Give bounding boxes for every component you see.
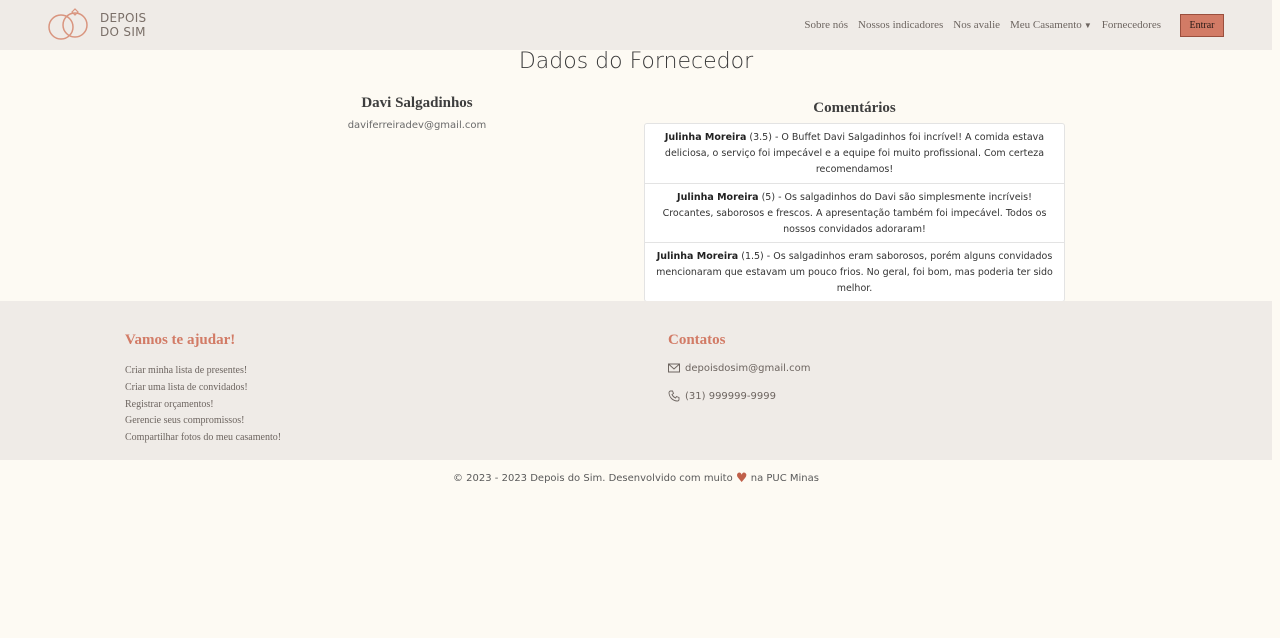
- comment-author: Julinha Moreira: [656, 251, 739, 262]
- help-link-commitments[interactable]: Gerencie seus compromissos!: [125, 413, 281, 430]
- contact-phone[interactable]: (31) 999999-9999: [668, 390, 776, 402]
- comments-list: Julinha Moreira (3.5) - O Buffet Davi Sa…: [644, 123, 1065, 302]
- comment-item: Julinha Moreira (3.5) - O Buffet Davi Sa…: [645, 124, 1064, 183]
- copyright: © 2023 - 2023 Depois do Sim. Desenvolvid…: [0, 471, 1272, 486]
- nav-my-wedding-dropdown[interactable]: Meu Casamento ▼: [1010, 19, 1092, 31]
- nav-about[interactable]: Sobre nós: [804, 19, 848, 31]
- nav-rate-us[interactable]: Nos avalie: [953, 19, 1000, 31]
- help-link-budgets[interactable]: Registrar orçamentos!: [125, 397, 281, 414]
- logo-line2: DO SIM: [100, 25, 146, 39]
- comments-title: Comentários: [813, 100, 896, 116]
- page-title: Dados do Fornecedor: [518, 49, 754, 74]
- comment-author: Julinha Moreira: [677, 192, 759, 203]
- help-links: Criar minha lista de presentes! Criar um…: [125, 363, 281, 447]
- envelope-icon: [668, 363, 680, 373]
- comment-item: Julinha Moreira (5) - Os salgadinhos do …: [645, 183, 1064, 242]
- nav-my-wedding-label: Meu Casamento: [1010, 19, 1082, 31]
- supplier-name: Davi Salgadinhos: [361, 95, 473, 111]
- nav-suppliers[interactable]: Fornecedores: [1102, 19, 1161, 31]
- help-link-gift-list[interactable]: Criar minha lista de presentes!: [125, 363, 281, 380]
- contacts-heading: Contatos: [668, 332, 726, 348]
- copyright-org: na PUC Minas: [750, 473, 819, 484]
- help-link-photos[interactable]: Compartilhar fotos do meu casamento!: [125, 430, 281, 447]
- footer: Vamos te ajudar! Criar minha lista de pr…: [0, 301, 1272, 460]
- nav-menu: Sobre nós Nossos indicadores Nos avalie …: [794, 0, 1272, 50]
- help-heading: Vamos te ajudar!: [125, 332, 236, 348]
- comment-rating: (1.5): [741, 251, 764, 262]
- login-button[interactable]: Entrar: [1180, 13, 1224, 37]
- comment-author: Julinha Moreira: [664, 132, 747, 143]
- nav-indicators[interactable]: Nossos indicadores: [858, 19, 943, 31]
- contact-phone-text: (31) 999999-9999: [685, 390, 776, 402]
- contact-email[interactable]: depoisdosim@gmail.com: [668, 362, 810, 374]
- chevron-down-icon: ▼: [1083, 21, 1092, 30]
- logo-text: DEPOIS DO SIM: [100, 11, 146, 39]
- help-link-guest-list[interactable]: Criar uma lista de convidados!: [125, 380, 281, 397]
- logo[interactable]: DEPOIS DO SIM: [46, 8, 146, 42]
- navbar: DEPOIS DO SIM Sobre nós Nossos indicador…: [0, 0, 1272, 50]
- comment-rating: (5): [761, 192, 776, 203]
- copyright-text: © 2023 - 2023 Depois do Sim. Desenvolvid…: [453, 473, 733, 484]
- heart-icon: ♥: [735, 471, 748, 486]
- logo-line1: DEPOIS: [100, 11, 147, 25]
- phone-icon: [668, 390, 680, 402]
- comment-item: Julinha Moreira (1.5) - Os salgadinhos e…: [645, 242, 1064, 301]
- supplier-email: daviferreiradev@gmail.com: [347, 120, 487, 131]
- comment-rating: (3.5): [749, 132, 772, 143]
- contact-email-text: depoisdosim@gmail.com: [685, 362, 811, 374]
- logo-rings-icon: [48, 8, 88, 40]
